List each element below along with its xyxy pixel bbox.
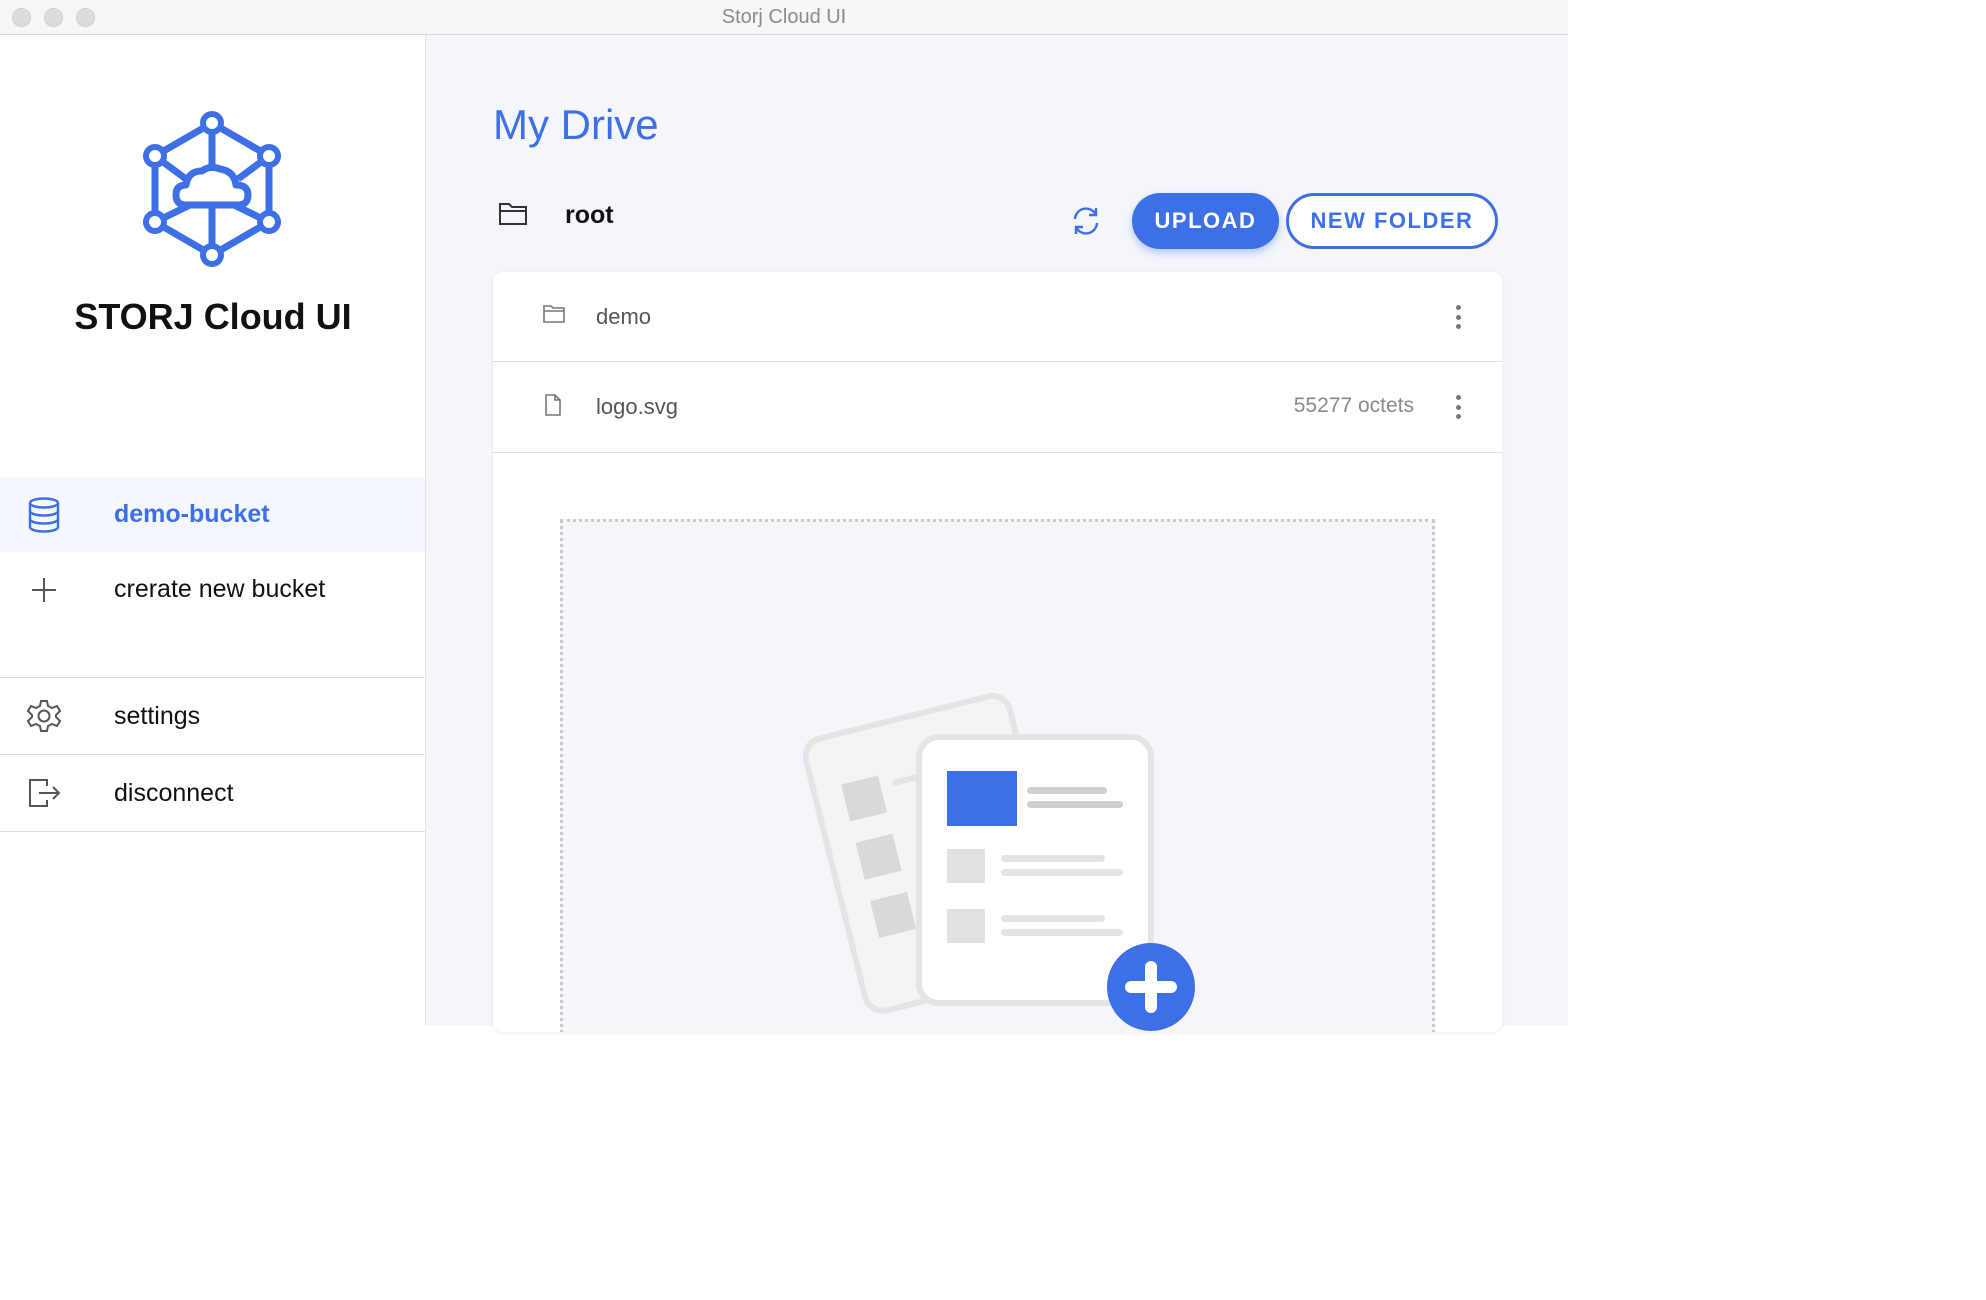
window-title: Storj Cloud UI — [721, 6, 847, 28]
more-options-icon[interactable] — [1450, 392, 1466, 422]
refresh-icon — [1070, 205, 1102, 242]
file-name: logo.svg — [596, 394, 678, 419]
file-list: demo logo.svg 55277 octets — [493, 272, 1502, 1032]
main-content: My Drive root UPLOAD NEW FOLDER demo log… — [426, 35, 1568, 1032]
sidebar-item-label: disconnect — [114, 778, 234, 807]
more-options-icon[interactable] — [1450, 302, 1466, 332]
list-item[interactable]: logo.svg 55277 octets — [493, 362, 1502, 453]
list-item[interactable]: demo — [493, 272, 1502, 362]
upload-button[interactable]: UPLOAD — [1132, 193, 1279, 249]
plus-icon — [26, 572, 62, 608]
app-name: STORJ Cloud UI — [74, 296, 352, 337]
page-title: My Drive — [493, 101, 659, 148]
breadcrumb[interactable]: root — [565, 201, 614, 230]
upload-dropzone[interactable] — [560, 519, 1435, 1032]
refresh-button[interactable] — [1066, 203, 1106, 243]
sidebar-item-disconnect[interactable]: disconnect — [0, 754, 425, 832]
empty-files-illustration — [802, 677, 1203, 1032]
new-folder-button[interactable]: NEW FOLDER — [1286, 193, 1498, 249]
logout-icon — [26, 775, 62, 811]
file-name: demo — [596, 304, 652, 329]
file-icon — [543, 394, 565, 416]
storj-logo-icon — [138, 109, 286, 269]
database-icon — [26, 496, 62, 533]
sidebar-item-settings[interactable]: settings — [0, 677, 425, 754]
file-size: 55277 octets — [1293, 394, 1414, 417]
sidebar-item-label: settings — [114, 701, 201, 730]
sidebar-item-label: demo-bucket — [114, 500, 270, 528]
sidebar: STORJ Cloud UI demo-bucket crerate new b… — [0, 35, 426, 1026]
folder-icon — [543, 304, 565, 326]
gear-icon — [26, 698, 62, 734]
app-window: Storj Cloud UI STORJ Cloud UI demo-bucke… — [0, 0, 1568, 1032]
title-bar: Storj Cloud UI — [0, 0, 1568, 35]
sidebar-item-label: crerate new bucket — [114, 575, 326, 603]
folder-icon — [498, 201, 528, 227]
sidebar-item-create-bucket[interactable]: crerate new bucket — [0, 552, 425, 627]
sidebar-item-demo-bucket[interactable]: demo-bucket — [0, 477, 425, 552]
